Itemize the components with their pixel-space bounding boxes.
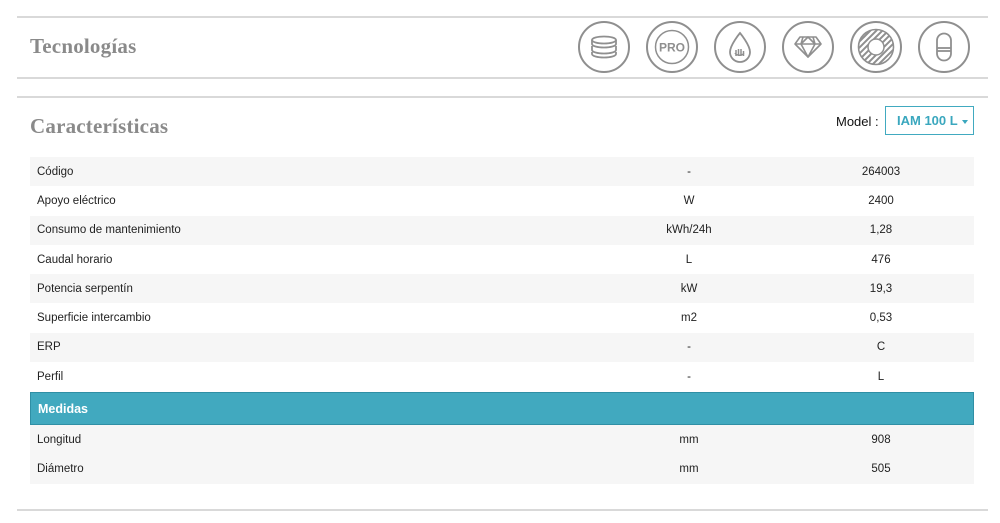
spec-value: L bbox=[877, 370, 885, 383]
table-row: Código - 264003 bbox=[30, 157, 974, 187]
group-header-medidas: Medidas bbox=[30, 392, 974, 426]
spec-value: 0,53 bbox=[869, 312, 893, 325]
spec-value: 2400 bbox=[868, 194, 894, 207]
spec-name: Diámetro bbox=[37, 463, 84, 476]
caret-down-icon bbox=[961, 119, 968, 124]
pro-icon-text: PRO bbox=[659, 41, 685, 55]
spec-name: ERP bbox=[37, 341, 61, 354]
spec-name: Longitud bbox=[37, 434, 82, 447]
model-dropdown[interactable]: IAM 100 L bbox=[885, 106, 974, 135]
table-row: Potencia serpentín kW 19,3 bbox=[30, 274, 974, 304]
spec-unit: - bbox=[687, 341, 691, 354]
table-row: Consumo de mantenimiento kWh/24h 1,28 bbox=[30, 215, 974, 245]
table-row: Perfil - L bbox=[30, 362, 974, 391]
spec-unit: kWh/24h bbox=[666, 224, 712, 237]
model-dropdown-value: IAM 100 L bbox=[897, 113, 958, 128]
technologies-bottom-divider bbox=[17, 77, 988, 79]
table-row: Longitud mm 908 bbox=[30, 425, 974, 455]
spec-unit: L bbox=[685, 253, 693, 266]
spec-name: Apoyo eléctrico bbox=[37, 194, 116, 207]
table-row: Apoyo eléctrico W 2400 bbox=[30, 186, 974, 215]
spec-unit: kW bbox=[680, 282, 698, 295]
table-row: Caudal horario L 476 bbox=[30, 245, 974, 274]
spec-value: C bbox=[876, 341, 886, 354]
spec-unit: m2 bbox=[681, 312, 697, 325]
pro-icon[interactable]: PRO bbox=[646, 21, 698, 73]
spec-unit: - bbox=[687, 370, 691, 383]
table-row: ERP - C bbox=[30, 332, 974, 363]
water-drop-hand-icon[interactable] bbox=[714, 21, 766, 73]
spec-name: Consumo de mantenimiento bbox=[37, 224, 181, 237]
spec-value: 908 bbox=[871, 434, 891, 447]
spec-unit: mm bbox=[679, 434, 699, 447]
diamond-icon[interactable] bbox=[782, 21, 834, 73]
spec-name: Perfil bbox=[37, 370, 64, 383]
bottom-divider bbox=[17, 509, 988, 511]
spec-value: 505 bbox=[871, 463, 891, 476]
spec-unit: mm bbox=[679, 463, 699, 476]
top-divider bbox=[17, 16, 988, 18]
spec-name: Potencia serpentín bbox=[37, 282, 133, 295]
spec-value: 476 bbox=[871, 253, 891, 266]
technology-icons: PRO bbox=[578, 21, 970, 73]
spec-value: 1,28 bbox=[869, 224, 893, 237]
spec-unit: W bbox=[683, 194, 695, 207]
spec-name: Superficie intercambio bbox=[37, 312, 151, 325]
table-row: Superficie intercambio m2 0,53 bbox=[30, 303, 974, 332]
spec-name: Código bbox=[37, 165, 74, 178]
characteristics-title: Características bbox=[30, 114, 169, 138]
striped-disc-icon[interactable] bbox=[850, 21, 902, 73]
characteristics-top-divider bbox=[17, 96, 988, 98]
spec-unit: - bbox=[687, 165, 691, 178]
spec-value: 264003 bbox=[861, 165, 901, 178]
tank-icon[interactable] bbox=[918, 21, 970, 73]
specs-table: Código - 264003 Apoyo eléctrico W 2400 C… bbox=[30, 157, 974, 484]
table-row: Diámetro mm 505 bbox=[30, 454, 974, 484]
technologies-title: Tecnologías bbox=[30, 34, 137, 58]
coil-stack-icon[interactable] bbox=[578, 21, 630, 73]
spec-name: Caudal horario bbox=[37, 253, 113, 266]
model-label: Model : bbox=[836, 114, 879, 129]
spec-value: 19,3 bbox=[869, 282, 893, 295]
